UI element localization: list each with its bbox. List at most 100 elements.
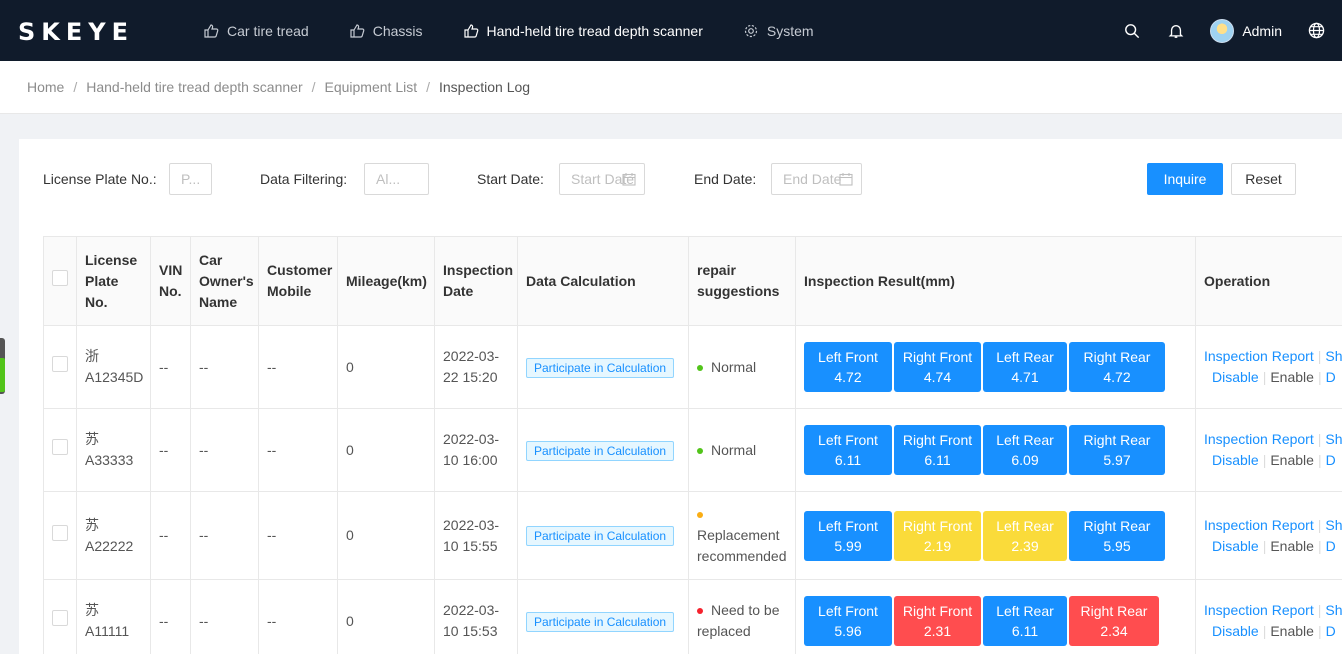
delete-link[interactable]: D [1326, 452, 1336, 468]
calc-tag: Participate in Calculation [526, 357, 675, 378]
result-cell: Left Front 5.99 Right Front 2.19 Left Rear… [795, 491, 1196, 580]
row-select-cell [43, 408, 77, 492]
filtering-select[interactable]: Al... [364, 163, 429, 195]
nav-item-car-tire-tread[interactable]: Car tire tread [203, 23, 309, 39]
result-left-rear: Left Rear 2.39 [983, 510, 1067, 561]
row-checkbox[interactable] [52, 610, 68, 626]
start-date-input[interactable]: Start Date [559, 163, 645, 195]
enable-link[interactable]: Enable [1270, 538, 1314, 554]
result-cell: Left Front 6.11 Right Front 6.11 Left Rear… [795, 408, 1196, 492]
separator: | [1317, 431, 1322, 447]
share-link[interactable]: Sh [1325, 348, 1342, 364]
globe-icon[interactable] [1306, 21, 1326, 41]
reset-button[interactable]: Reset [1231, 163, 1296, 195]
calc-cell: Participate in Calculation [517, 579, 689, 654]
result-value: 6.11 [1011, 623, 1039, 639]
col-vin: VIN No. [150, 236, 191, 326]
breadcrumb-separator: / [311, 79, 316, 95]
row-select-cell [43, 325, 77, 409]
enable-link[interactable]: Enable [1270, 452, 1314, 468]
result-value: 2.39 [1011, 537, 1039, 554]
result-value: 6.11 [924, 452, 951, 468]
delete-link[interactable]: D [1326, 369, 1336, 385]
result-right-rear: Right Rear 4.72 [1069, 342, 1165, 392]
search-icon[interactable] [1122, 21, 1142, 41]
side-handle[interactable] [0, 338, 5, 394]
operation-cell: Inspection Report | Sh Disable | Enable | D [1195, 325, 1342, 409]
vin-cell: -- [150, 491, 191, 580]
enable-link[interactable]: Enable [1270, 623, 1314, 639]
breadcrumb-equipment-list[interactable]: Equipment List [325, 79, 418, 95]
share-link[interactable]: Sh [1325, 517, 1342, 533]
result-value: 5.96 [834, 623, 862, 639]
status-dot [697, 364, 703, 371]
repair-text: Need to be replaced [697, 602, 780, 639]
repair-cell: Need to be replaced [688, 579, 796, 654]
calc-cell: Participate in Calculation [517, 325, 689, 409]
bell-icon[interactable] [1166, 21, 1186, 41]
row-checkbox[interactable] [52, 524, 68, 541]
status-dot [697, 512, 703, 519]
vin-cell: -- [150, 408, 191, 492]
inquire-button[interactable]: Inquire [1147, 163, 1223, 195]
enable-link[interactable]: Enable [1270, 369, 1314, 385]
result-value: 4.71 [1011, 369, 1039, 385]
plate-region: 苏 [85, 516, 99, 533]
main-nav: Car tire tread Chassis Hand-held tire tr… [203, 0, 854, 61]
disable-link[interactable]: Disable [1212, 623, 1259, 639]
separator: | [1317, 623, 1322, 639]
result-cell: Left Front 5.96 Right Front 2.31 Left Rear… [795, 579, 1196, 654]
mobile-cell: -- [258, 579, 338, 654]
plate-input[interactable]: P... [169, 163, 212, 195]
share-link[interactable]: Sh [1325, 602, 1342, 618]
separator: | [1262, 369, 1267, 385]
date-cell: 2022-03-10 15:55 [434, 491, 518, 580]
nav-item-handheld-scanner[interactable]: Hand-held tire tread depth scanner [463, 23, 703, 39]
plate-cell: 浙 A12345D [76, 325, 151, 409]
share-link[interactable]: Sh [1325, 431, 1342, 447]
breadcrumb-separator: / [426, 79, 430, 95]
row-select-cell [43, 579, 77, 654]
nav-item-chassis[interactable]: Chassis [349, 23, 423, 39]
separator: | [1317, 602, 1322, 618]
breadcrumb-home[interactable]: Home [27, 79, 64, 95]
filter-form: License Plate No.: P... Data Filtering: … [19, 163, 1342, 195]
separator: | [1262, 537, 1267, 554]
inspection-report-link[interactable]: Inspection Report [1204, 431, 1314, 447]
top-navigation-bar: SKEYE Car tire tread Chassis Hand-held t… [0, 0, 1342, 61]
result-right-front: Right Front 4.74 [894, 342, 981, 392]
mileage-cell: 0 [337, 408, 435, 492]
user-menu[interactable]: Admin [1210, 18, 1282, 43]
brand-logo[interactable]: SKEYE [18, 17, 134, 47]
status-dot [697, 447, 703, 454]
repair-text: Normal [711, 358, 757, 375]
result-left-front: Left Front 4.72 [804, 342, 892, 392]
end-date-input[interactable]: End Date [771, 163, 862, 195]
col-date: Inspection Date [434, 236, 518, 326]
inspection-report-link[interactable]: Inspection Report [1204, 602, 1314, 618]
nav-label: System [766, 22, 814, 39]
calc-tag: Participate in Calculation [526, 526, 675, 546]
nav-label: Chassis [372, 22, 423, 39]
row-checkbox[interactable] [52, 439, 68, 455]
nav-item-system[interactable]: System [743, 23, 814, 39]
inspection-report-link[interactable]: Inspection Report [1204, 348, 1314, 364]
inspection-report-link[interactable]: Inspection Report [1204, 517, 1314, 533]
delete-link[interactable]: D [1326, 538, 1336, 554]
result-group: Left Front 4.72 Right Front 4.74 Left Rear… [804, 342, 1187, 392]
status-dot [697, 608, 703, 615]
delete-link[interactable]: D [1326, 623, 1336, 639]
disable-link[interactable]: Disable [1212, 538, 1259, 554]
select-all-checkbox[interactable] [52, 270, 68, 286]
separator: | [1317, 516, 1322, 533]
row-checkbox[interactable] [52, 356, 68, 372]
owner-cell: -- [190, 408, 259, 492]
date-cell: 2022-03-22 15:20 [434, 325, 518, 409]
disable-link[interactable]: Disable [1212, 452, 1259, 468]
row-select-cell [43, 491, 77, 580]
plate-cell: 苏 A22222 [76, 491, 151, 580]
owner-cell: -- [190, 491, 259, 580]
disable-link[interactable]: Disable [1212, 369, 1259, 385]
breadcrumb-scanner[interactable]: Hand-held tire tread depth scanner [86, 79, 302, 95]
result-right-front: Right Front 2.31 [894, 596, 981, 646]
